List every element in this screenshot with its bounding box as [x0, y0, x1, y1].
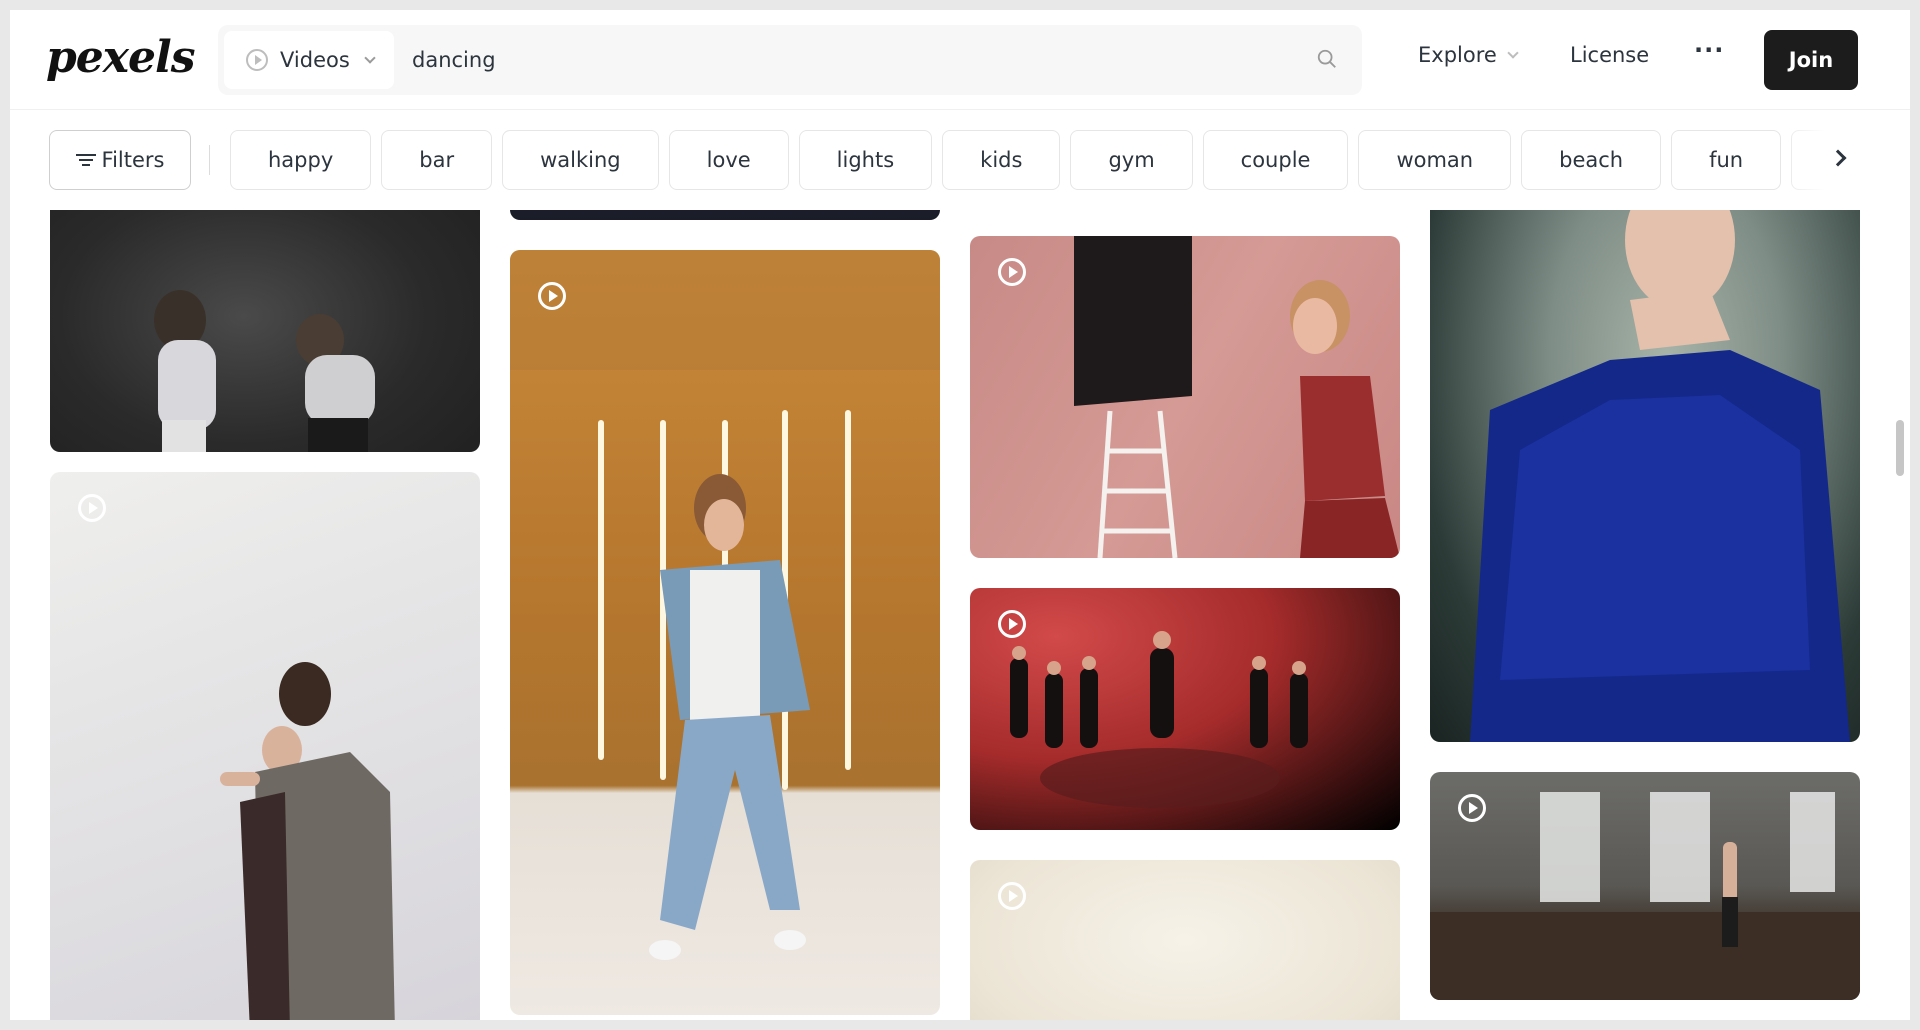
- pexels-logo[interactable]: pexels: [46, 32, 195, 83]
- tag-chip[interactable]: love: [668, 130, 789, 190]
- join-button[interactable]: Join: [1764, 30, 1858, 90]
- tag-chip[interactable]: happy: [230, 130, 372, 190]
- filter-icon: [75, 153, 96, 167]
- tag-chip[interactable]: beach: [1521, 130, 1662, 190]
- video-thumbnail: [1470, 170, 1850, 742]
- video-tile[interactable]: [970, 860, 1400, 1020]
- search-input[interactable]: [412, 37, 1272, 83]
- video-tile[interactable]: [510, 250, 940, 1015]
- play-icon: [998, 882, 1026, 910]
- video-tile[interactable]: [970, 236, 1400, 558]
- browser-window: pexels Videos Explore License ··· Join: [10, 10, 1910, 1020]
- license-link[interactable]: License: [1570, 43, 1649, 67]
- video-thumbnail: [220, 662, 395, 1020]
- tag-chip[interactable]: gym: [1070, 130, 1193, 190]
- video-tile[interactable]: [1430, 150, 1860, 742]
- search-icon[interactable]: [1316, 48, 1338, 70]
- media-type-label: Videos: [280, 48, 350, 72]
- video-thumbnail: [1430, 792, 1860, 1000]
- filters-label: Filters: [101, 148, 165, 172]
- media-type-dropdown[interactable]: Videos: [224, 31, 394, 89]
- tag-chip[interactable]: walking: [502, 130, 659, 190]
- video-tile[interactable]: [970, 588, 1400, 830]
- more-options-icon[interactable]: ···: [1694, 36, 1724, 64]
- tag-chip[interactable]: kids: [942, 130, 1061, 190]
- video-thumbnail: [1010, 631, 1308, 808]
- search-bar: Videos: [218, 25, 1362, 95]
- tag-chip[interactable]: woman: [1358, 130, 1512, 190]
- play-icon: [1458, 794, 1486, 822]
- video-thumbnail: [510, 250, 940, 960]
- video-thumbnail: [1074, 236, 1400, 558]
- play-icon: [538, 282, 566, 310]
- page-scrollbar[interactable]: [1896, 420, 1904, 476]
- tag-chip[interactable]: fun: [1671, 130, 1782, 190]
- explore-label: Explore: [1418, 43, 1497, 67]
- play-icon: [78, 494, 106, 522]
- play-icon: [998, 258, 1026, 286]
- explore-menu[interactable]: Explore: [1418, 43, 1519, 67]
- chevron-down-icon: [1507, 46, 1519, 59]
- tag-chips: happy bar walking love lights kids gym c…: [230, 130, 1842, 190]
- play-icon: [998, 610, 1026, 638]
- video-tile[interactable]: [1430, 772, 1860, 1000]
- video-type-icon: [246, 49, 268, 71]
- chevron-down-icon: [364, 51, 376, 64]
- tag-chip[interactable]: couple: [1202, 130, 1349, 190]
- filters-divider: [209, 145, 210, 175]
- filters-button[interactable]: Filters: [49, 130, 191, 190]
- video-tile[interactable]: [50, 472, 480, 1020]
- tag-chip[interactable]: bar: [381, 130, 493, 190]
- filters-bar: Filters happy bar walking love lights ki…: [10, 110, 1910, 210]
- site-header: pexels Videos Explore License ··· Join: [10, 10, 1910, 110]
- tag-chip[interactable]: lights: [798, 130, 933, 190]
